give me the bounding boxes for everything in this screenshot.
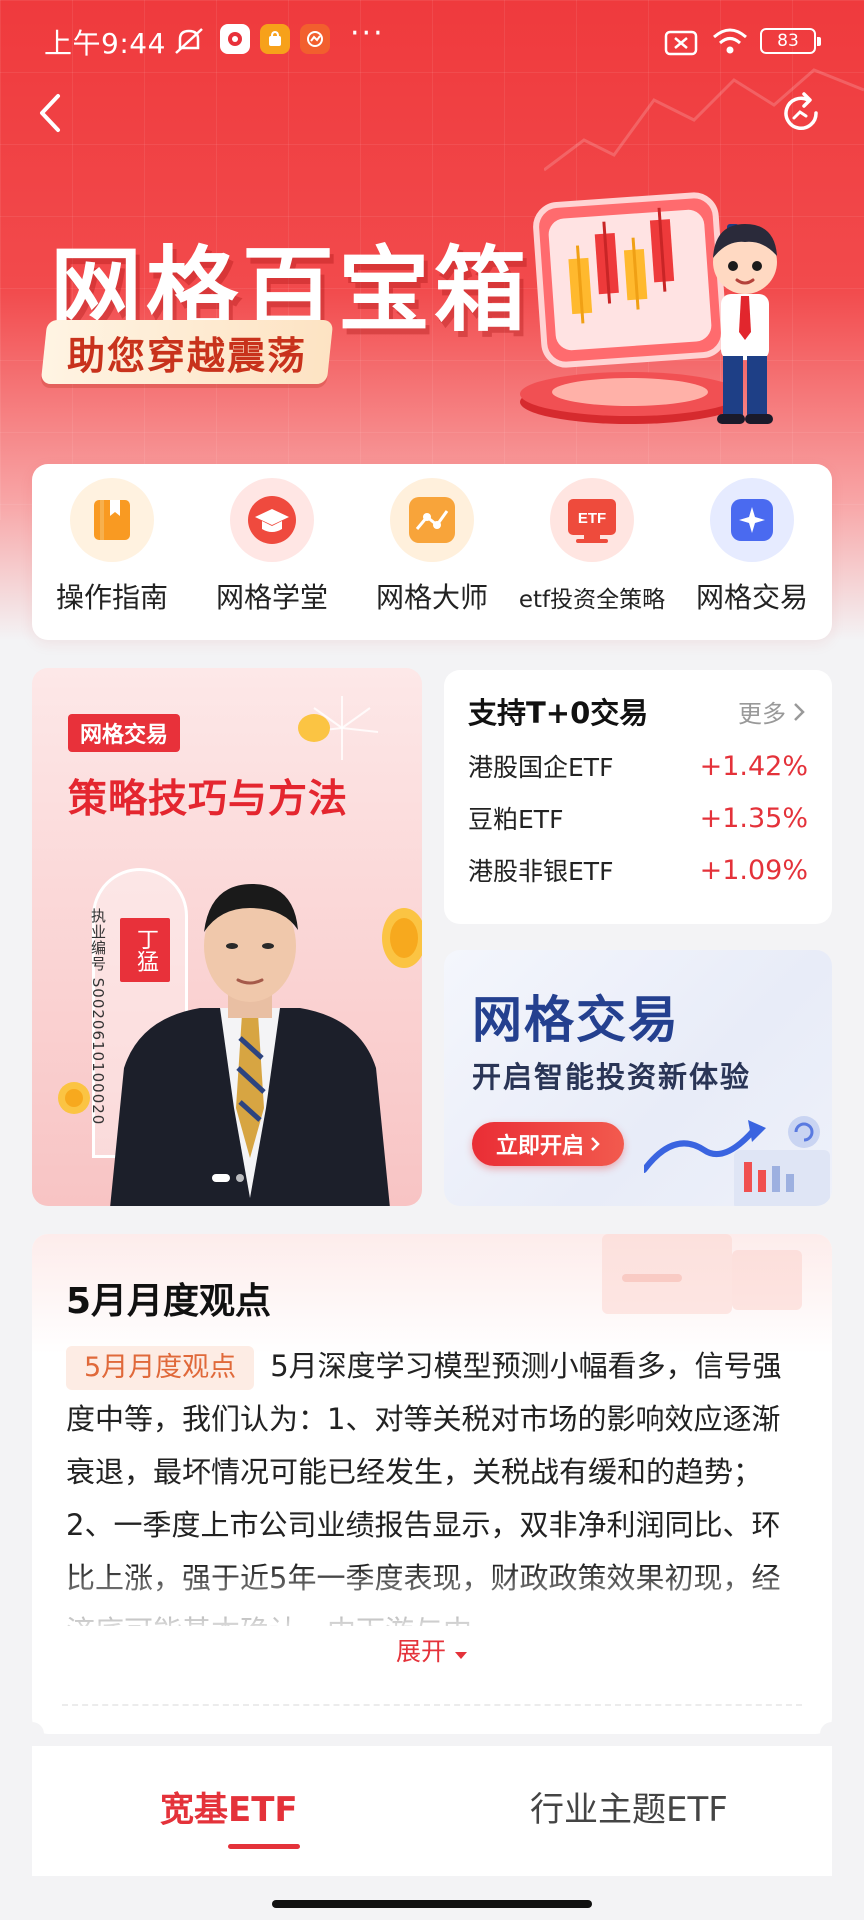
status-bar: 上午9:44 ··· 83 <box>0 0 864 84</box>
etf-icon-text: ETF <box>578 510 606 527</box>
monthly-title: 5月月度观点 <box>66 1281 272 1322</box>
t0-fund-name: 豆粕ETF <box>468 805 564 834</box>
tab-industry-etf[interactable]: 行业主题ETF <box>530 1782 728 1831</box>
wifi-icon <box>713 28 747 54</box>
home-indicator[interactable] <box>272 1900 592 1908</box>
t0-trading-card: 支持T+0交易 更多 港股国企ETF +1.42% 豆粕ETF +1.35% 港… <box>444 670 832 924</box>
card-notch-left <box>20 1722 44 1746</box>
caret-down-icon <box>454 1652 467 1659</box>
dashed-divider <box>62 1704 802 1706</box>
etf-tabs: 宽基ETF 行业主题ETF <box>32 1746 832 1876</box>
shopping-app-icon <box>260 24 290 54</box>
more-notifications-icon: ··· <box>350 16 385 51</box>
menu-label-etf-strategy: etf投资全策略 <box>518 587 666 613</box>
menu-label-grid-trade: 网格交易 <box>695 581 808 614</box>
menu-item-guide[interactable]: 操作指南 <box>32 478 192 628</box>
grid-trade-icon <box>710 478 794 562</box>
menu-label-master: 网格大师 <box>375 581 488 614</box>
t0-fund-change: +1.35% <box>699 802 808 834</box>
t0-card-title: 支持T+0交易 <box>468 696 649 730</box>
monthly-fade-overlay <box>32 1564 832 1634</box>
t0-row[interactable]: 港股国企ETF +1.42% <box>468 746 808 786</box>
t0-more-label: 更多 <box>738 700 786 728</box>
monthly-decoration <box>602 1234 802 1314</box>
carousel-dots <box>212 1174 244 1182</box>
trend-line-icon <box>390 478 474 562</box>
carousel-dot <box>236 1174 244 1182</box>
t0-row[interactable]: 港股非银ETF +1.09% <box>468 850 808 890</box>
status-time: 上午9:44 <box>44 27 166 60</box>
grid-banner-title: 网格交易 <box>472 991 680 1049</box>
hero-subtitle-badge: 助您穿越震荡 <box>40 320 334 384</box>
tab-broad-etf[interactable]: 宽基ETF <box>160 1782 298 1831</box>
candlestick-mascot-illustration <box>520 192 777 424</box>
carousel-dot-active <box>212 1174 230 1182</box>
finance-app-icon <box>300 24 330 54</box>
promo-tag: 网格交易 <box>68 714 181 752</box>
refresh-icon[interactable] <box>776 88 826 138</box>
etf-icon: ETF <box>550 478 634 562</box>
menu-label-school: 网格学堂 <box>215 581 328 614</box>
presenter-photo <box>110 884 390 1206</box>
battery-indicator: 83 <box>760 28 821 54</box>
grid-trade-banner[interactable]: 网格交易 开启智能投资新体验 立即开启 <box>444 950 832 1206</box>
menu-item-school[interactable]: 网格学堂 <box>192 478 352 628</box>
start-now-button[interactable]: 立即开启 <box>472 1122 624 1166</box>
menu-label-guide: 操作指南 <box>55 581 168 614</box>
mute-bell-icon <box>175 28 203 54</box>
quick-menu: 操作指南 网格学堂 网格大师 ETF etf投资全策略 网格交易 <box>32 464 832 640</box>
back-arrow-icon[interactable] <box>28 86 76 140</box>
monthly-tag: 5月月度观点 <box>66 1346 255 1390</box>
tab-active-underline <box>228 1844 300 1849</box>
no-sim-icon <box>664 30 698 56</box>
menu-item-grid-trade[interactable]: 网格交易 <box>672 478 832 628</box>
trend-arrow-illustration <box>644 1116 830 1206</box>
menu-item-etf-strategy[interactable]: ETF etf投资全策略 <box>512 478 672 628</box>
t0-fund-name: 港股国企ETF <box>468 753 614 782</box>
chevron-right-icon <box>794 702 805 721</box>
t0-fund-name: 港股非银ETF <box>468 857 614 886</box>
menu-item-master[interactable]: 网格大师 <box>352 478 512 628</box>
graduation-cap-icon <box>230 478 314 562</box>
expand-label: 展开 <box>396 1637 447 1666</box>
chevron-right-icon <box>591 1137 600 1151</box>
book-icon <box>70 478 154 562</box>
monthly-view-card: 5月月度观点 5月月度观点 5月深度学习模型预测小幅看多，信号强度中等，我们认为：… <box>32 1234 832 1734</box>
start-now-label: 立即开启 <box>495 1134 584 1159</box>
hero-subtitle: 助您穿越震荡 <box>66 333 307 378</box>
t0-fund-change: +1.09% <box>699 854 808 886</box>
coin-decoration <box>298 714 330 742</box>
t0-fund-change: +1.42% <box>699 750 808 782</box>
promo-title: 策略技巧与方法 <box>68 777 349 822</box>
expand-button[interactable]: 展开 <box>32 1632 832 1668</box>
battery-level: 83 <box>777 31 799 51</box>
t0-more-link[interactable]: 更多 <box>738 694 806 729</box>
promo-banner-strategy[interactable]: 网格交易 策略技巧与方法 丁猛 执业编号 S0020610100020 <box>32 668 422 1206</box>
card-notch-right <box>820 1722 844 1746</box>
grid-banner-subtitle: 开启智能投资新体验 <box>472 1060 752 1094</box>
t0-row[interactable]: 豆粕ETF +1.35% <box>468 798 808 838</box>
app-notification-icon <box>220 24 250 54</box>
